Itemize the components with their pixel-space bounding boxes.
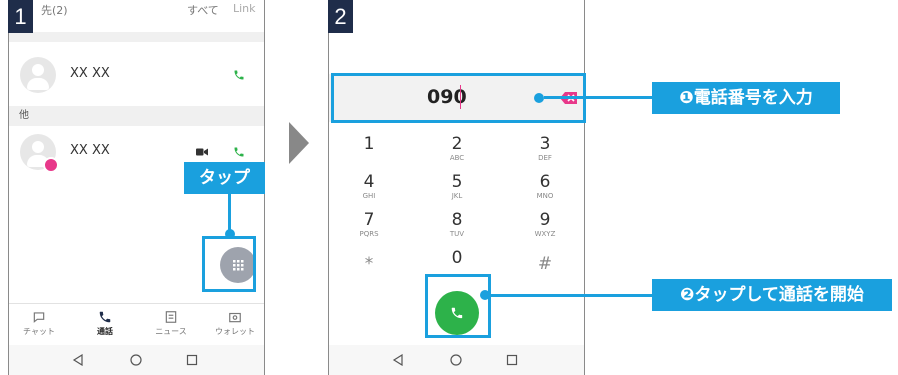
tap-callout: タップ: [184, 162, 265, 194]
contact-row[interactable]: XX XX: [9, 44, 264, 106]
key-4[interactable]: 4 GHI: [344, 172, 394, 201]
status-badge: [43, 157, 59, 173]
back-icon[interactable]: [392, 354, 404, 366]
section-header-other: 他: [9, 106, 264, 126]
key-hash[interactable]: #: [520, 254, 570, 274]
nav-label: ニュース: [155, 327, 187, 336]
highlight-box-fab: [202, 236, 256, 292]
bottom-nav: チャット 通話 ニュース ウォレット: [9, 303, 264, 346]
contact-name: XX XX: [70, 66, 110, 81]
nav-calls[interactable]: 通話: [75, 308, 135, 337]
contact-name: XX XX: [70, 143, 110, 158]
key-6[interactable]: 6 MNO: [520, 172, 570, 201]
key-2[interactable]: 2 ABC: [432, 134, 482, 163]
video-call-icon[interactable]: [196, 147, 208, 157]
key-star[interactable]: *: [344, 254, 394, 274]
step-1-badge: 1: [8, 0, 33, 33]
key-5[interactable]: 5 JKL: [432, 172, 482, 201]
callout-dot: [480, 290, 490, 300]
nav-news[interactable]: ニュース: [141, 308, 201, 337]
nav-label: ウォレット: [215, 327, 255, 336]
system-nav-bar: [9, 345, 264, 375]
avatar: [20, 57, 56, 93]
nav-label: チャット: [23, 327, 55, 336]
callout-connector: [490, 294, 652, 297]
back-icon[interactable]: [72, 354, 84, 366]
avatar: [20, 134, 59, 173]
friends-count-label: 先(2): [41, 4, 68, 17]
system-nav-bar: [329, 345, 584, 375]
phone-icon[interactable]: [233, 69, 245, 81]
key-8[interactable]: 8 TUV: [432, 210, 482, 239]
news-icon: [165, 311, 177, 323]
home-icon[interactable]: [450, 354, 462, 366]
recent-apps-icon[interactable]: [506, 354, 518, 366]
callout-dot: [534, 93, 544, 103]
highlight-box-call: [425, 274, 491, 338]
section-header-top: [9, 32, 264, 42]
home-icon[interactable]: [130, 354, 142, 366]
phone-icon: [99, 311, 111, 323]
key-1[interactable]: 1: [344, 134, 394, 154]
key-3[interactable]: 3 DEF: [520, 134, 570, 163]
link-tab[interactable]: Link: [233, 2, 256, 15]
step-2-badge: 2: [328, 0, 353, 33]
key-7[interactable]: 7 PQRS: [344, 210, 394, 239]
callout-connector: [228, 194, 231, 232]
chat-icon: [33, 312, 45, 323]
callout-connector: [544, 96, 652, 99]
phone-icon[interactable]: [233, 146, 245, 158]
section-label: 他: [19, 110, 29, 121]
step-label-enter-number: ❶電話番号を入力: [652, 82, 840, 114]
friends-header: 先(2) すべて Link: [9, 0, 264, 22]
recent-apps-icon[interactable]: [186, 354, 198, 366]
wallet-icon: [229, 312, 241, 323]
nav-label: 通話: [97, 327, 113, 336]
nav-wallet[interactable]: ウォレット: [205, 308, 264, 337]
key-0[interactable]: 0: [432, 248, 482, 268]
nav-chat[interactable]: チャット: [9, 308, 69, 337]
filter-all-tab[interactable]: すべて: [187, 2, 219, 18]
key-9[interactable]: 9 WXYZ: [520, 210, 570, 239]
next-step-arrow: [289, 122, 309, 164]
step-label-start-call: ❷タップして通話を開始: [652, 279, 892, 311]
